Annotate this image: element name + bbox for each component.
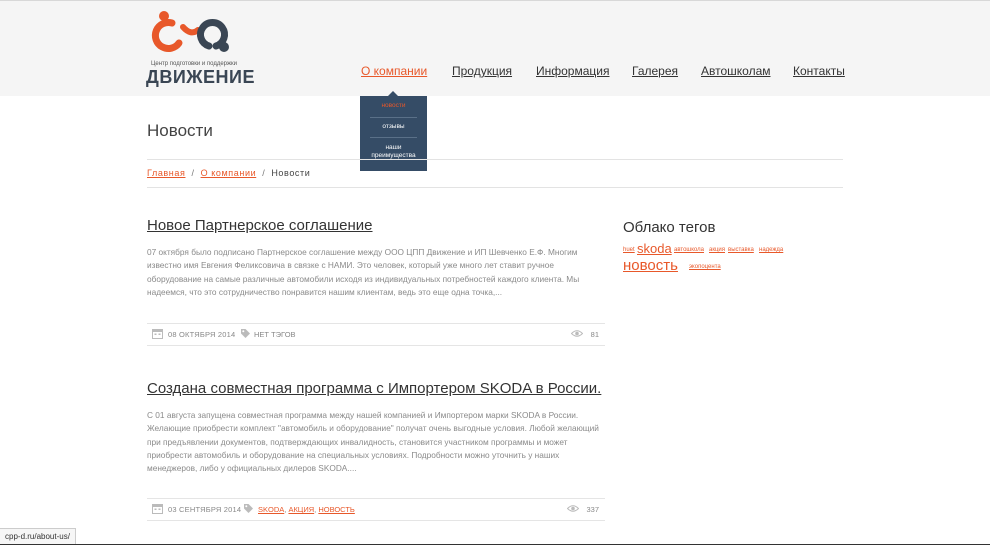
post-date: 03 СЕНТЯБРЯ 2014 — [168, 505, 242, 514]
tag-cloud-link[interactable]: skoda — [637, 241, 672, 256]
nav-item-contacts[interactable]: Контакты — [793, 64, 845, 78]
breadcrumb: Главная / О компании / Новости — [147, 168, 310, 178]
breadcrumb-section-link[interactable]: О компании — [201, 168, 257, 178]
site-logo[interactable]: Центр подготовки и поддержки ДВИЖЕНИЕ — [146, 10, 254, 87]
post-views: 337 — [586, 505, 599, 514]
tag-icon — [241, 329, 250, 338]
logo-mark-icon — [151, 11, 229, 52]
dropdown-item-advantages[interactable]: наши преимущества — [364, 144, 423, 160]
logo-name: ДВИЖЕНИЕ — [146, 67, 255, 87]
browser-status-url: cpp-d.ru/about-us/ — [0, 528, 76, 545]
eye-icon — [567, 505, 579, 512]
tag-cloud-link[interactable]: автошкола — [674, 247, 704, 253]
post-no-tags: НЕТ ТЭГОВ — [254, 330, 296, 339]
post-meta-divider — [147, 345, 605, 346]
post-title-link[interactable]: Создана совместная программа с Импортеро… — [147, 380, 601, 397]
nav-item-driving-schools[interactable]: Автошколам — [701, 64, 771, 78]
post-date: 08 ОКТЯБРЯ 2014 — [168, 330, 236, 339]
calendar-icon — [152, 329, 163, 339]
breadcrumb-separator: / — [191, 168, 195, 178]
nav-item-gallery[interactable]: Галерея — [632, 64, 678, 78]
post-tag-link[interactable]: SKODA — [258, 505, 284, 514]
tag-cloud: huet skoda автошкола акция выставка наде… — [623, 240, 823, 275]
post-excerpt: С 01 августа запущена совместная програм… — [147, 410, 599, 474]
calendar-icon — [152, 504, 163, 514]
nav-item-about[interactable]: О компании — [361, 64, 427, 78]
post-meta-divider — [147, 498, 605, 499]
nav-item-information[interactable]: Информация — [536, 64, 609, 78]
post-tag-link[interactable]: АКЦИЯ — [288, 505, 314, 514]
tag-cloud-link[interactable]: надежда — [759, 247, 783, 253]
post-views: 81 — [590, 330, 599, 339]
post-excerpt: 07 октября было подписано Партнерское со… — [147, 247, 580, 297]
eye-icon — [571, 330, 583, 337]
post-meta: 03 СЕНТЯБРЯ 2014 SKODA, АКЦИЯ, НОВОСТЬ 3… — [147, 502, 605, 516]
dropdown-item-reviews[interactable]: отзывы — [364, 123, 423, 131]
divider — [147, 187, 843, 188]
post-meta: 08 ОКТЯБРЯ 2014 НЕТ ТЭГОВ 81 — [147, 327, 605, 341]
post-tags: SKODA, АКЦИЯ, НОВОСТЬ — [258, 505, 355, 514]
tag-cloud-title: Облако тегов — [623, 219, 716, 236]
site-header: Центр подготовки и поддержки ДВИЖЕНИЕ О … — [0, 1, 990, 96]
dropdown-arrow — [388, 91, 398, 96]
post-tag-link[interactable]: НОВОСТЬ — [318, 505, 355, 514]
dropdown-item-news[interactable]: новости — [364, 102, 423, 110]
page-title: Новости — [147, 121, 213, 140]
tag-cloud-link[interactable]: акция — [709, 247, 725, 253]
dropdown-divider — [370, 137, 417, 138]
dropdown-divider — [370, 117, 417, 118]
breadcrumb-home-link[interactable]: Главная — [147, 168, 185, 178]
breadcrumb-separator: / — [262, 168, 266, 178]
post-title-link[interactable]: Новое Партнерское соглашение — [147, 217, 373, 234]
tag-cloud-link[interactable]: новость — [623, 257, 678, 274]
tag-cloud-link[interactable]: экопоцента — [689, 264, 721, 270]
tag-cloud-link[interactable]: huet — [623, 247, 635, 253]
divider — [147, 159, 843, 160]
tag-cloud-link[interactable]: выставка — [728, 247, 754, 253]
post-meta-divider — [147, 520, 605, 521]
post-meta-divider — [147, 323, 605, 324]
breadcrumb-current: Новости — [271, 168, 311, 178]
tag-icon — [244, 504, 253, 513]
nav-item-products[interactable]: Продукция — [452, 64, 512, 78]
